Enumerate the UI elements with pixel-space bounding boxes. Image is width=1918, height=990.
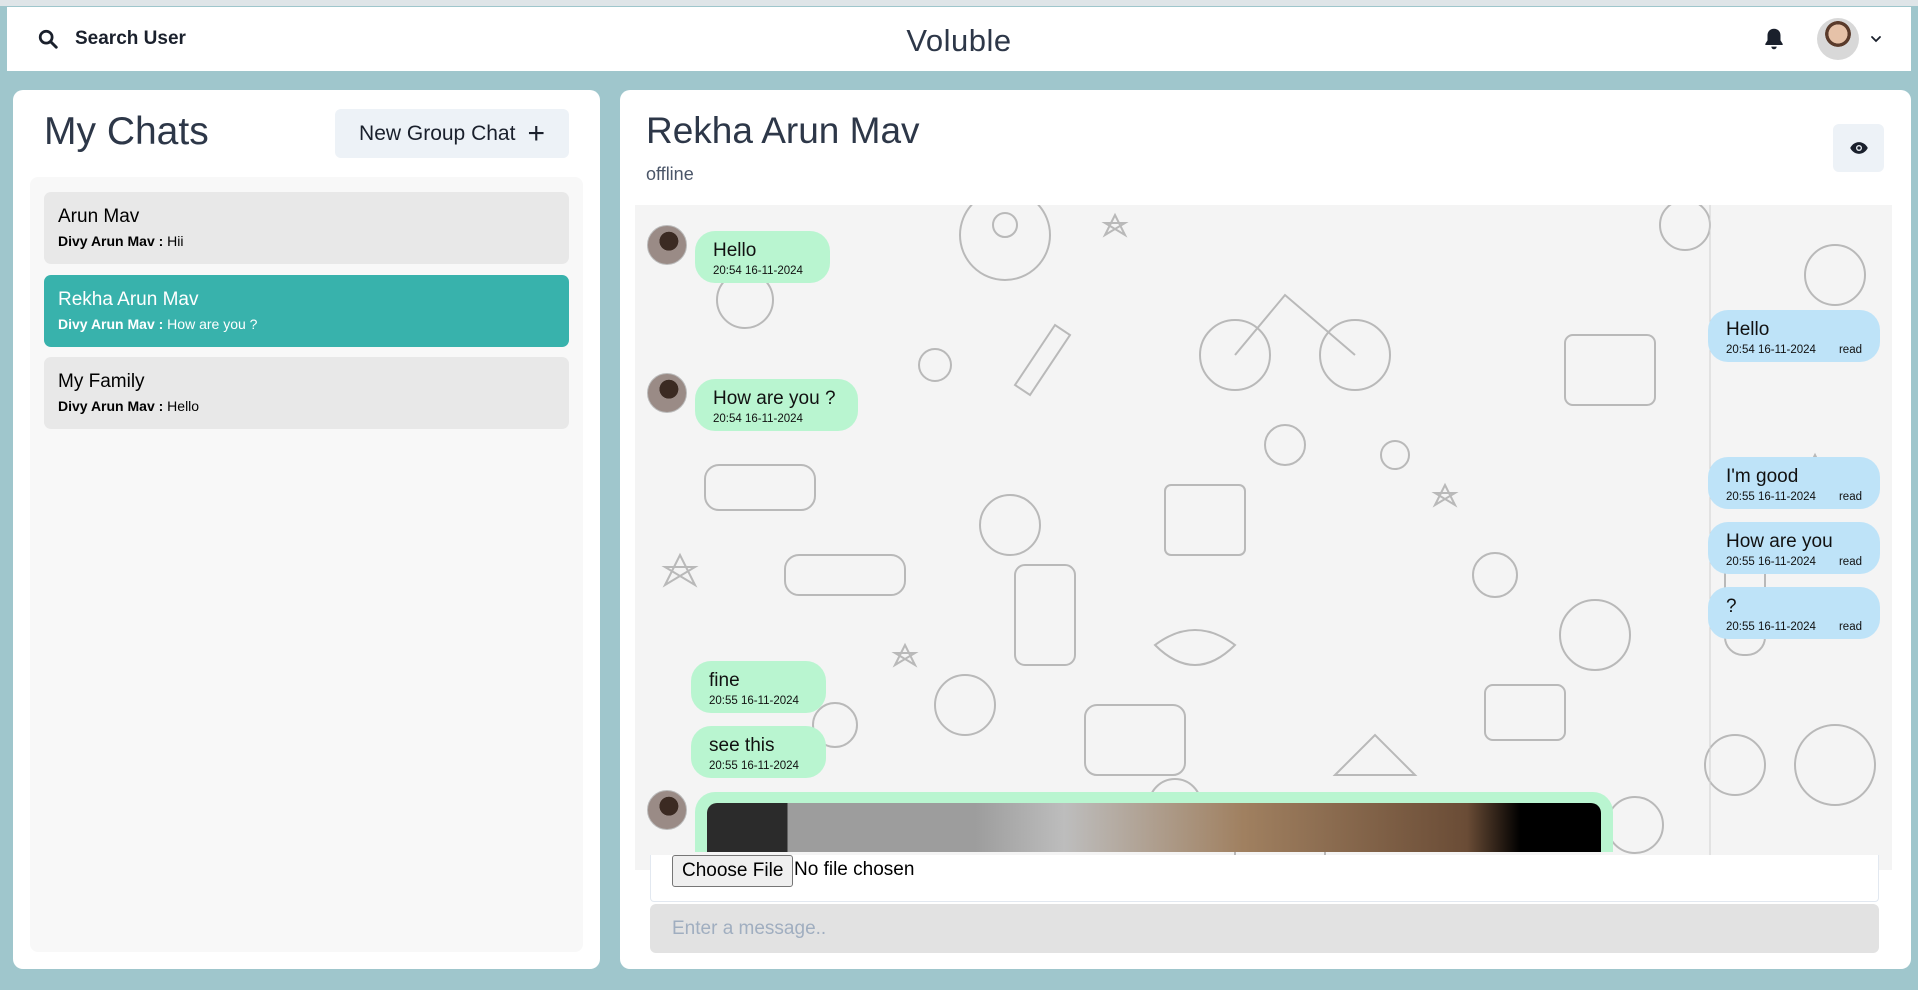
message-sent: ? 20:55 16-11-2024 read xyxy=(1708,587,1880,639)
browser-top-strip xyxy=(0,0,1918,6)
read-receipt: read xyxy=(1838,621,1862,633)
message-meta: 20:55 16-11-2024 read xyxy=(1726,491,1862,503)
message-text: fine xyxy=(709,670,740,691)
chat-preview: Divy Arun Mav : Hii xyxy=(58,233,555,249)
sender-avatar xyxy=(647,225,687,265)
message-time: 20:55 16-11-2024 xyxy=(709,695,799,707)
chat-preview-text: How are you ? xyxy=(167,316,258,332)
message-image[interactable] xyxy=(707,803,1601,852)
view-profile-button[interactable] xyxy=(1833,124,1884,172)
message-meta: 20:55 16-11-2024 xyxy=(709,760,808,772)
search-user-button[interactable]: Search User xyxy=(37,19,186,59)
chat-name: Rekha Arun Mav xyxy=(58,289,199,310)
chat-item-my-family[interactable]: My Family Divy Arun Mav : Hello xyxy=(44,357,569,429)
choose-file-button[interactable]: Choose File xyxy=(672,855,794,887)
sender-avatar xyxy=(647,790,687,830)
message-received: fine 20:55 16-11-2024 xyxy=(691,661,826,713)
message-received: How are you ? 20:54 16-11-2024 xyxy=(695,379,858,431)
message-text: Hello xyxy=(713,240,757,261)
conversation-status: offline xyxy=(646,164,694,184)
my-chats-title: My Chats xyxy=(44,110,209,153)
chat-preview-sender: Divy Arun Mav : xyxy=(58,398,164,414)
message-meta: 20:55 16-11-2024 read xyxy=(1726,621,1862,633)
read-receipt: read xyxy=(1838,556,1862,568)
message-meta: 20:55 16-11-2024 xyxy=(709,695,808,707)
plus-icon: + xyxy=(527,116,545,150)
chat-preview-text: Hii xyxy=(167,233,184,249)
chat-item-arun-mav[interactable]: Arun Mav Divy Arun Mav : Hii xyxy=(44,192,569,264)
conversation-panel: Rekha Arun Mav offline Hello 20:54 16-11… xyxy=(620,90,1911,969)
new-group-chat-label: New Group Chat xyxy=(359,121,516,145)
avatar xyxy=(1817,18,1859,60)
read-receipt: read xyxy=(1838,344,1862,356)
message-sent: How are you 20:55 16-11-2024 read xyxy=(1708,522,1880,574)
message-time: 20:54 16-11-2024 xyxy=(1726,344,1816,356)
sender-avatar xyxy=(647,373,687,413)
message-sent: Hello 20:54 16-11-2024 read xyxy=(1708,310,1880,362)
message-time: 20:55 16-11-2024 xyxy=(1726,491,1816,503)
search-user-label: Search User xyxy=(75,28,186,49)
message-text: How are you xyxy=(1726,531,1833,552)
my-chats-panel: My Chats New Group Chat + Arun Mav Divy … xyxy=(13,90,600,969)
top-header: Search User Voluble xyxy=(7,7,1911,71)
chevron-down-icon xyxy=(1871,36,1881,43)
message-text: How are you ? xyxy=(713,388,836,409)
message-text: Hello xyxy=(1726,319,1770,340)
message-text: I'm good xyxy=(1726,466,1799,487)
chat-list: Arun Mav Divy Arun Mav : Hii Rekha Arun … xyxy=(30,177,583,952)
file-status: No file chosen xyxy=(794,859,915,880)
message-time: 20:54 16-11-2024 xyxy=(713,413,803,425)
read-receipt: read xyxy=(1838,491,1862,503)
eye-icon xyxy=(1849,142,1868,154)
chat-preview: Divy Arun Mav : Hello xyxy=(58,398,555,414)
chat-preview: Divy Arun Mav : How are you ? xyxy=(58,316,555,332)
message-meta: 20:54 16-11-2024 xyxy=(713,413,840,425)
message-time: 20:55 16-11-2024 xyxy=(709,760,799,772)
message-meta: 20:54 16-11-2024 read xyxy=(1726,344,1862,356)
chat-preview-sender: Divy Arun Mav : xyxy=(58,233,164,249)
file-upload-row: Choose File No file chosen xyxy=(650,855,1879,902)
chat-item-rekha-arun-mav[interactable]: Rekha Arun Mav Divy Arun Mav : How are y… xyxy=(44,275,569,347)
profile-menu-button[interactable] xyxy=(1817,18,1883,60)
bell-icon[interactable] xyxy=(1761,26,1787,52)
message-time: 20:55 16-11-2024 xyxy=(1726,556,1816,568)
message-time: 20:55 16-11-2024 xyxy=(1726,621,1816,633)
app-title: Voluble xyxy=(906,23,1012,58)
conversation-title: Rekha Arun Mav xyxy=(646,110,920,151)
messages-area[interactable]: Hello 20:54 16-11-2024 Hello 20:54 16-11… xyxy=(635,205,1892,870)
new-group-chat-button[interactable]: New Group Chat + xyxy=(335,109,569,158)
message-meta: 20:54 16-11-2024 xyxy=(713,265,812,277)
message-received: Hello 20:54 16-11-2024 xyxy=(695,231,830,283)
message-sent: I'm good 20:55 16-11-2024 read xyxy=(1708,457,1880,509)
chat-background-pattern xyxy=(661,205,1876,870)
message-text: ? xyxy=(1726,596,1737,617)
chat-name: Arun Mav xyxy=(58,206,140,227)
chat-preview-sender: Divy Arun Mav : xyxy=(58,316,164,332)
message-meta: 20:55 16-11-2024 read xyxy=(1726,556,1862,568)
chat-preview-text: Hello xyxy=(167,398,200,414)
chat-name: My Family xyxy=(58,371,145,392)
message-input[interactable] xyxy=(650,904,1879,953)
message-text: see this xyxy=(709,735,775,756)
message-received: see this 20:55 16-11-2024 xyxy=(691,726,826,778)
search-icon xyxy=(38,29,58,49)
message-time: 20:54 16-11-2024 xyxy=(713,265,803,277)
message-image-bubble[interactable] xyxy=(695,792,1613,852)
